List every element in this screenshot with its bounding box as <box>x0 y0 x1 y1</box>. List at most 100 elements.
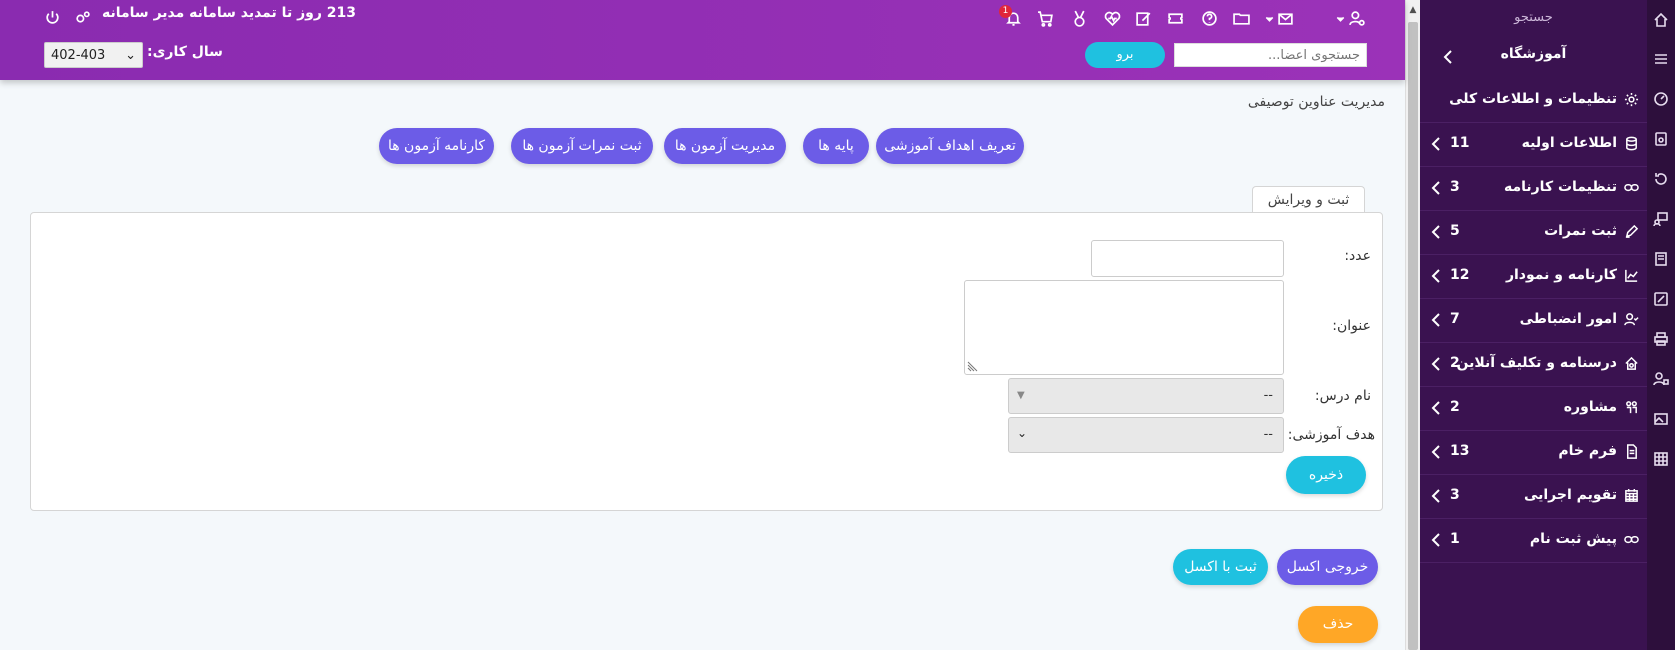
learning-goal-select[interactable]: -- ⌄ <box>1008 417 1284 453</box>
mail-icon[interactable] <box>1275 8 1295 28</box>
sidebar-item-count: 12 <box>1450 267 1470 283</box>
home-icon[interactable] <box>1652 11 1670 29</box>
dashboard-icon[interactable] <box>1652 90 1670 108</box>
edit-icon[interactable] <box>1652 290 1670 308</box>
sidebar-item-label: تنظیمات و اطلاعات کلی <box>1449 91 1617 107</box>
house-gear-icon <box>1623 355 1639 371</box>
resize-handle-icon[interactable] <box>967 360 979 372</box>
save-button[interactable]: ذخیره <box>1286 456 1366 494</box>
member-search-input[interactable] <box>1174 43 1367 67</box>
menu-icon[interactable] <box>1652 50 1670 68</box>
sidebar-search[interactable]: جستجو <box>1420 10 1647 25</box>
learning-goal-value: -- <box>1263 427 1273 442</box>
delete-button[interactable]: حذف <box>1298 606 1378 643</box>
chevron-left-icon[interactable] <box>1430 135 1442 153</box>
nav-define-goals-button[interactable]: تعریف اهداف آموزشی <box>876 128 1024 164</box>
working-year-select[interactable]: 402-403 ⌄ <box>44 42 143 68</box>
sidebar-item-count: 2 <box>1450 399 1460 415</box>
nav-exam-scores-button[interactable]: ثبت نمرات آزمون ها <box>511 128 653 164</box>
chevron-left-icon[interactable] <box>1430 443 1442 461</box>
chevron-left-icon[interactable] <box>1430 223 1442 241</box>
form-icon <box>1623 443 1639 459</box>
sidebar-item[interactable]: تقویم اجرایی 3 <box>1420 475 1647 519</box>
book-icon[interactable] <box>1652 250 1670 268</box>
scroll-up-arrow[interactable]: ▲ <box>1406 2 1420 18</box>
edit-note-icon[interactable] <box>1133 8 1153 28</box>
tab-register-edit[interactable]: ثبت و ویرایش <box>1252 186 1365 213</box>
help-icon[interactable] <box>1199 8 1219 28</box>
sidebar-item[interactable]: مشاوره 2 <box>1420 387 1647 431</box>
title-textarea[interactable] <box>964 280 1284 375</box>
caret-down-icon: ▼ <box>1017 390 1025 401</box>
sidebar-item-count: 3 <box>1450 179 1460 195</box>
people-icon <box>1623 399 1639 415</box>
sidebar-item-label: تنظیمات کارنامه <box>1503 179 1617 195</box>
chevron-left-icon[interactable] <box>1430 267 1442 285</box>
table-icon[interactable] <box>1652 450 1670 468</box>
top-header: 1 213 روز تا تمدید سامانه مدیر سامانه سا… <box>0 0 1405 80</box>
folder-icon[interactable] <box>1231 8 1251 28</box>
user-lock-icon[interactable] <box>1652 370 1670 388</box>
sidebar-item-label: امور انضباطی <box>1519 311 1617 327</box>
excel-import-button[interactable]: ثبت با اکسل <box>1173 549 1268 585</box>
scrollbar-thumb[interactable] <box>1408 22 1418 650</box>
save-disk-icon[interactable] <box>1652 130 1670 148</box>
search-go-button[interactable]: برو <box>1085 42 1165 68</box>
heart-pulse-icon[interactable] <box>1102 8 1122 28</box>
sidebar-item[interactable]: درسنامه و تکلیف آنلاین 2 <box>1420 343 1647 387</box>
page-title: مدیریت عناوین توصیفی <box>1247 94 1385 110</box>
user-gear-icon[interactable] <box>1347 8 1367 28</box>
sidebar-item[interactable]: کارنامه و نمودار 12 <box>1420 255 1647 299</box>
sidebar-item-count: 2 <box>1450 355 1460 371</box>
sidebar-item-count: 5 <box>1450 223 1460 239</box>
page-scrollbar[interactable]: ▲ <box>1405 0 1420 650</box>
bell-icon[interactable]: 1 <box>999 5 1023 28</box>
sidebar-item-count: 7 <box>1450 311 1460 327</box>
teacher-icon[interactable] <box>1652 210 1670 228</box>
link-icon <box>1623 531 1639 547</box>
history-icon[interactable] <box>1652 170 1670 188</box>
sidebar-item-label: مشاوره <box>1563 399 1617 415</box>
chevron-down-icon: ⌄ <box>1017 426 1028 440</box>
sidebar-item-label: اطلاعات اولیه <box>1521 135 1617 151</box>
sidebar-item[interactable]: اطلاعات اولیه 11 <box>1420 123 1647 167</box>
cart-icon[interactable] <box>1035 8 1055 28</box>
icon-rail <box>1647 0 1675 650</box>
calendar-icon <box>1623 487 1639 503</box>
chevron-left-icon[interactable] <box>1430 399 1442 417</box>
sidebar-item-count: 1 <box>1450 531 1460 547</box>
nav-manage-exams-button[interactable]: مدیریت آزمون ها <box>664 128 786 164</box>
number-input[interactable] <box>1091 240 1284 277</box>
sidebar-item-label: فرم خام <box>1558 443 1617 459</box>
nav-grades-button[interactable]: پایه ها <box>803 128 869 164</box>
ticket-icon[interactable] <box>1165 8 1185 28</box>
chevron-left-icon[interactable] <box>1430 311 1442 329</box>
sidebar-item[interactable]: تنظیمات و اطلاعات کلی <box>1420 79 1647 123</box>
excel-export-button[interactable]: خروجی اکسل <box>1277 549 1378 585</box>
chevron-left-icon[interactable] <box>1430 487 1442 505</box>
title-label: عنوان: <box>1332 318 1371 334</box>
link-icon <box>1623 179 1639 195</box>
sidebar-item[interactable]: ثبت نمرات 5 <box>1420 211 1647 255</box>
sidebar-item-label: درسنامه و تکلیف آنلاین <box>1456 355 1617 371</box>
sidebar-school-header[interactable]: آموزشگاه <box>1420 46 1647 70</box>
header-left-icons <box>42 7 96 27</box>
power-icon[interactable] <box>42 7 62 27</box>
nav-exam-report-button[interactable]: کارنامه آزمون ها <box>379 128 494 164</box>
sidebar-item[interactable]: امور انضباطی 7 <box>1420 299 1647 343</box>
chevron-left-icon[interactable] <box>1440 48 1456 66</box>
gears-icon[interactable] <box>72 7 92 27</box>
chevron-left-icon[interactable] <box>1430 355 1442 373</box>
chevron-left-icon[interactable] <box>1430 531 1442 549</box>
database-icon <box>1623 135 1639 151</box>
sidebar-item[interactable]: تنظیمات کارنامه 3 <box>1420 167 1647 211</box>
printer-icon[interactable] <box>1652 330 1670 348</box>
chevron-left-icon[interactable] <box>1430 179 1442 197</box>
sidebar-item[interactable]: پیش ثبت نام 1 <box>1420 519 1647 563</box>
lesson-name-select[interactable]: -- ▼ <box>1008 378 1284 414</box>
sidebar-item[interactable]: فرم خام 13 <box>1420 431 1647 475</box>
gear-icon <box>1623 91 1639 107</box>
medal-icon[interactable] <box>1069 8 1089 28</box>
gallery-icon[interactable] <box>1652 410 1670 428</box>
pen-icon <box>1623 223 1639 239</box>
